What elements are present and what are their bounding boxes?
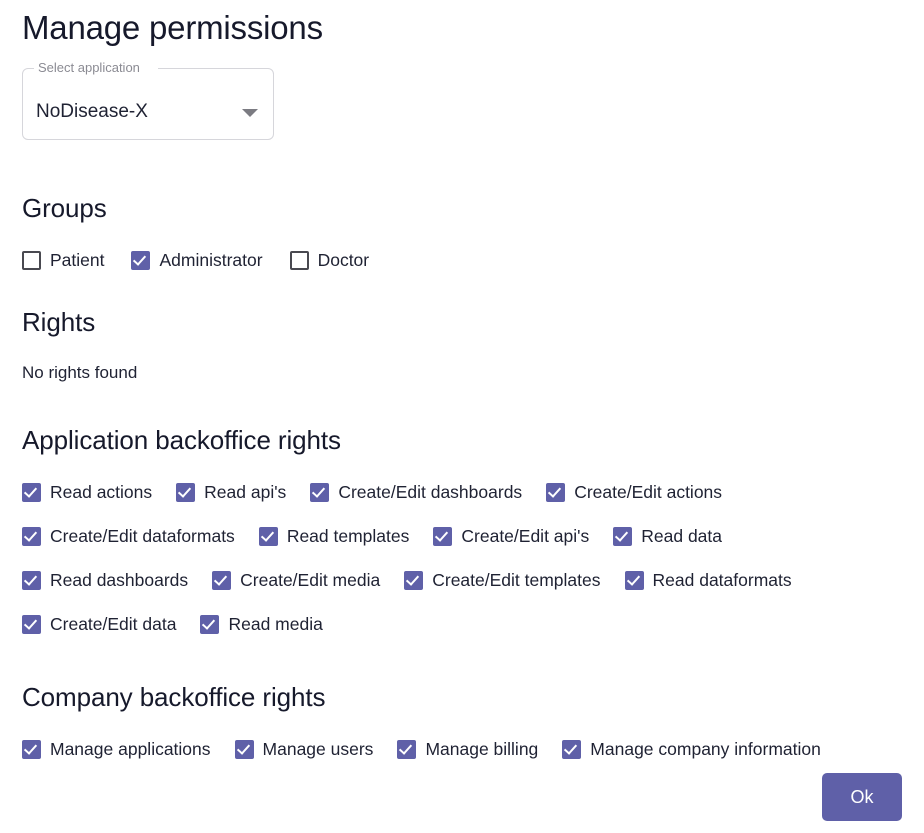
checkbox-checked-icon[interactable] (546, 482, 566, 502)
checkbox-label: Manage users (262, 739, 374, 759)
chevron-down-icon[interactable] (242, 109, 258, 117)
checkbox-unchecked-icon[interactable] (289, 250, 309, 270)
company-backoffice-rights-heading: Company backoffice rights (22, 682, 326, 712)
select-application-label: Select application (38, 60, 140, 75)
checkbox-checked-icon[interactable] (200, 614, 220, 634)
checkbox-checked-icon[interactable] (234, 739, 254, 759)
checkbox-label: Create/Edit dashboards (338, 482, 523, 502)
checkbox-label: Create/Edit dataformats (50, 526, 235, 546)
checkbox-checked-icon[interactable] (310, 482, 330, 502)
manage-permissions-page: Manage permissions Select application No… (0, 0, 924, 833)
application-backoffice-rights-list: Read actions Read api's Create/Edit dashbo… (22, 456, 902, 657)
checkbox-item[interactable]: Administrator (131, 249, 263, 271)
checkbox-label: Read api's (204, 482, 287, 502)
checkbox-checked-icon[interactable] (562, 739, 582, 759)
checkbox-item[interactable]: Read templates (258, 525, 410, 547)
checkbox-checked-icon[interactable] (212, 570, 232, 590)
checkbox-item[interactable]: Read dataformats (624, 569, 792, 591)
groups-heading: Groups (22, 193, 107, 223)
checkbox-item[interactable]: Read actions (22, 481, 152, 503)
checkbox-label: Create/Edit actions (574, 482, 723, 502)
checkbox-checked-icon[interactable] (22, 739, 41, 759)
checkbox-label: Administrator (159, 250, 263, 270)
checkbox-checked-icon[interactable] (258, 526, 278, 546)
checkbox-item[interactable]: Manage billing (397, 738, 538, 760)
checkbox-item[interactable]: Create/Edit templates (404, 569, 601, 591)
checkbox-item[interactable]: Manage applications (22, 738, 211, 760)
checkbox-label: Manage applications (50, 739, 211, 759)
select-application-value: NoDisease-X (36, 101, 148, 122)
checkbox-item[interactable]: Create/Edit data (22, 613, 176, 635)
company-backoffice-rights-list: Manage applications Manage users Manage bi… (22, 713, 902, 782)
checkbox-item[interactable]: Manage company information (562, 738, 821, 760)
checkbox-label: Read dashboards (50, 570, 189, 590)
checkbox-checked-icon[interactable] (624, 570, 644, 590)
select-application-dropdown[interactable]: Select application NoDisease-X (22, 60, 274, 140)
checkbox-label: Create/Edit data (50, 614, 177, 634)
checkbox-checked-icon[interactable] (131, 250, 151, 270)
checkbox-checked-icon[interactable] (22, 570, 41, 590)
checkbox-label: Manage billing (425, 739, 539, 759)
checkbox-checked-icon[interactable] (404, 570, 424, 590)
checkbox-label: Create/Edit templates (432, 570, 601, 590)
checkbox-checked-icon[interactable] (22, 526, 41, 546)
checkbox-item[interactable]: Create/Edit api's (433, 525, 589, 547)
checkbox-checked-icon[interactable] (613, 526, 633, 546)
checkbox-item[interactable]: Read data (613, 525, 722, 547)
checkbox-item[interactable]: Create/Edit media (212, 569, 380, 591)
checkbox-label: Create/Edit api's (461, 526, 590, 546)
application-backoffice-rights-heading: Application backoffice rights (22, 425, 341, 455)
checkbox-checked-icon[interactable] (433, 526, 453, 546)
checkbox-item[interactable]: Doctor (289, 249, 370, 271)
checkbox-checked-icon[interactable] (22, 482, 41, 502)
checkbox-label: Patient (50, 250, 105, 270)
checkbox-item[interactable]: Read api's (176, 481, 286, 503)
checkbox-label: Read dataformats (652, 570, 792, 590)
checkbox-label: Read actions (50, 482, 153, 502)
checkbox-item[interactable]: Create/Edit dashboards (310, 481, 522, 503)
rights-empty-text: No rights found (22, 363, 138, 382)
rights-heading: Rights (22, 307, 96, 337)
checkbox-item[interactable]: Manage users (234, 738, 374, 760)
checkbox-label: Read media (228, 614, 323, 634)
checkbox-label: Read data (641, 526, 723, 546)
checkbox-item[interactable]: Read dashboards (22, 569, 188, 591)
checkbox-item[interactable]: Create/Edit dataformats (22, 525, 235, 547)
checkbox-label: Create/Edit media (240, 570, 381, 590)
checkbox-checked-icon[interactable] (22, 614, 41, 634)
checkbox-item[interactable]: Read media (200, 613, 323, 635)
checkbox-label: Manage company information (590, 739, 821, 759)
ok-button[interactable]: Ok (822, 773, 902, 821)
checkbox-label: Doctor (317, 250, 370, 270)
checkbox-label: Read templates (286, 526, 410, 546)
checkbox-item[interactable]: Patient (22, 249, 104, 271)
page-title: Manage permissions (22, 9, 323, 46)
checkbox-unchecked-icon[interactable] (22, 250, 41, 270)
checkbox-checked-icon[interactable] (397, 739, 417, 759)
checkbox-checked-icon[interactable] (176, 482, 196, 502)
checkbox-item[interactable]: Create/Edit actions (546, 481, 722, 503)
groups-checkbox-row: Patient Administrator Doctor (22, 224, 902, 271)
